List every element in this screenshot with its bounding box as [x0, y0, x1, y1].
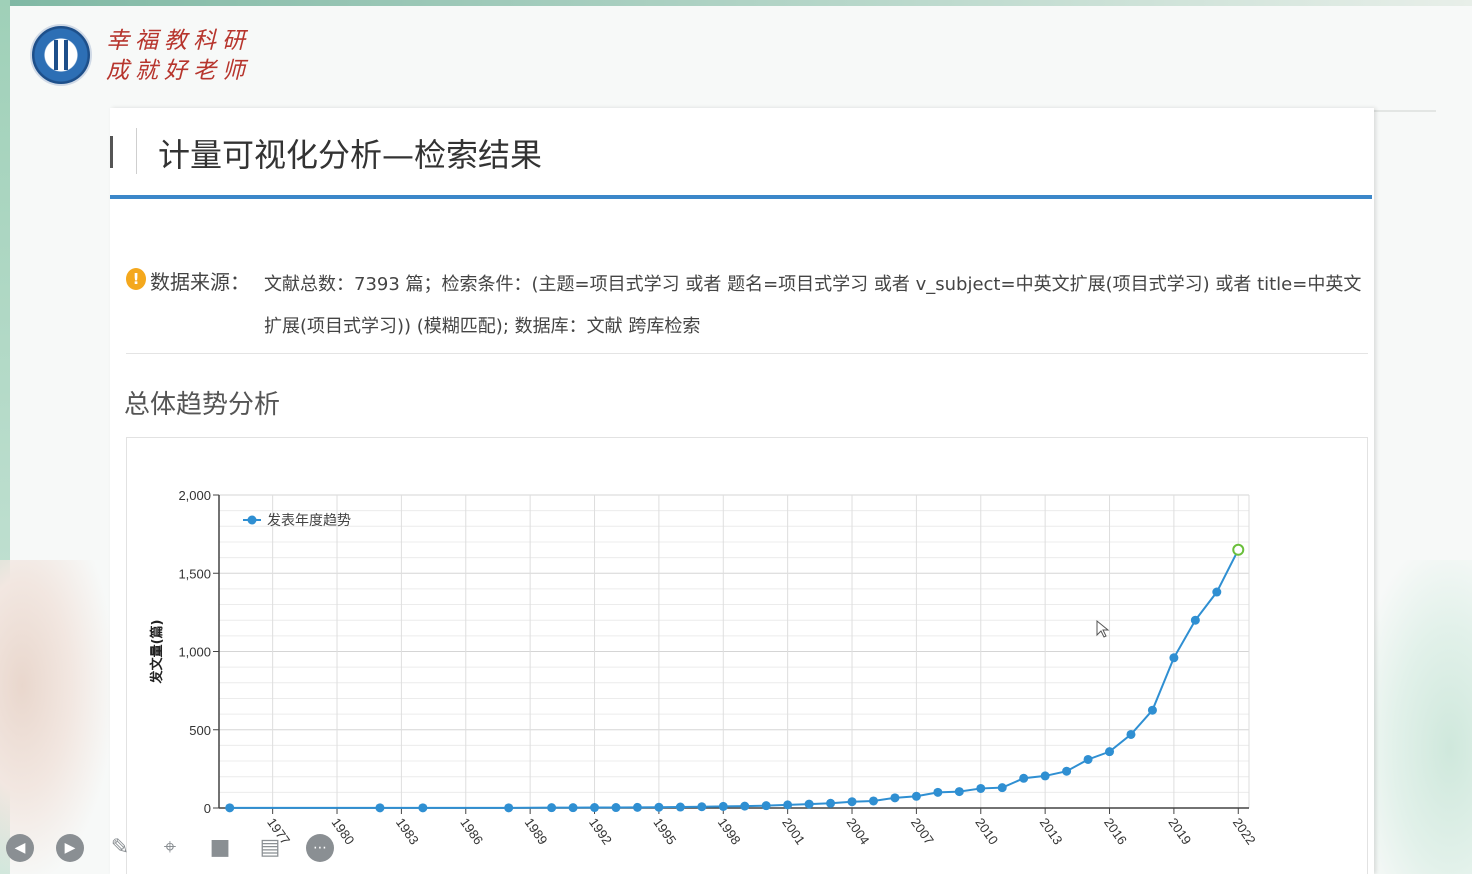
- camera-icon[interactable]: ■: [206, 834, 234, 862]
- play-icon[interactable]: ▶: [56, 834, 84, 862]
- data-point: [997, 783, 1007, 793]
- result-panel: 计量可视化分析—检索结果 ! 数据来源： 文献总数：7393 篇；检索条件：(主…: [110, 108, 1374, 874]
- data-point: [1190, 615, 1200, 625]
- data-point: [590, 803, 600, 813]
- decoration-left: [0, 560, 110, 874]
- data-point: [568, 803, 578, 813]
- x-tick-label: 1992: [586, 815, 615, 847]
- data-point: [783, 800, 793, 810]
- data-point: [225, 803, 235, 813]
- data-point: [954, 787, 964, 797]
- slogan-line2: 成就好老师: [106, 58, 251, 84]
- x-tick-label: 2022: [1230, 815, 1259, 847]
- school-logo: [30, 24, 92, 86]
- data-point: [375, 803, 385, 813]
- prev-icon[interactable]: ◀: [6, 834, 34, 862]
- slogan-line1: 幸福教科研: [106, 28, 251, 54]
- x-tick-label: 1995: [650, 815, 679, 847]
- x-tick-label: 2001: [779, 815, 808, 847]
- data-point: [933, 787, 943, 797]
- data-point: [1083, 754, 1093, 764]
- more-icon[interactable]: ⋯: [306, 834, 334, 862]
- title-separator: [136, 128, 137, 174]
- y-tick-label: 2,000: [178, 488, 211, 503]
- x-tick-label: 2013: [1037, 815, 1066, 847]
- data-point: [847, 797, 857, 807]
- data-point: [740, 801, 750, 811]
- x-tick-label: 2004: [844, 815, 873, 847]
- x-tick-label: 1998: [715, 815, 744, 847]
- source-label: 数据来源：: [150, 270, 250, 294]
- data-point: [1105, 747, 1115, 757]
- legend-label: 发表年度趋势: [267, 513, 351, 529]
- data-point: [675, 802, 685, 812]
- data-point: [547, 803, 557, 813]
- data-point: [632, 802, 642, 812]
- x-tick-label: 2016: [1101, 815, 1130, 847]
- pen-icon[interactable]: ✎: [106, 834, 134, 862]
- data-point: [654, 802, 664, 812]
- data-point: [868, 796, 878, 806]
- data-point: [911, 791, 921, 801]
- x-tick-label: 2007: [908, 815, 937, 847]
- data-point-highlight: [1232, 543, 1245, 556]
- x-tick-label: 2019: [1165, 815, 1194, 847]
- x-tick-label: 1983: [393, 815, 422, 847]
- data-point: [718, 801, 728, 811]
- title-underline: [110, 195, 1372, 199]
- x-tick-label: 1989: [522, 815, 551, 847]
- slogan: 幸福教科研 成就好老师: [106, 26, 251, 86]
- trend-chart-container: 0 500 1,000 1,500 2,000 发文量(篇) 1977 1980 1983 198…: [126, 437, 1368, 874]
- section-title: 总体趋势分析: [124, 390, 281, 420]
- data-point: [1040, 771, 1050, 781]
- data-point: [826, 798, 836, 808]
- panel-topline: [1372, 110, 1436, 112]
- page-title: 计量可视化分析—检索结果: [158, 136, 543, 174]
- data-point: [611, 803, 621, 813]
- data-point: [1169, 653, 1179, 663]
- source-text: 文献总数：7393 篇；检索条件：(主题=项目式学习 或者 题名=项目式学习 或…: [264, 274, 1362, 337]
- data-point: [1212, 587, 1222, 597]
- data-point: [761, 801, 771, 811]
- title-marker: [110, 136, 113, 168]
- data-point: [804, 799, 814, 809]
- data-point: [1019, 773, 1029, 783]
- data-point: [418, 803, 428, 813]
- data-point: [1062, 766, 1072, 776]
- trend-chart: 05001,0001,5002,000发文量(篇)1977 1980 1983 198…: [149, 488, 1259, 847]
- data-point: [1126, 729, 1136, 739]
- data-point: [890, 793, 900, 803]
- zoom-icon[interactable]: ⌖: [156, 834, 184, 862]
- y-tick-label: 500: [189, 723, 211, 738]
- logo-emblem-icon: [54, 40, 68, 70]
- data-point: [504, 803, 514, 813]
- source-divider: [126, 353, 1368, 354]
- data-point: [1147, 705, 1157, 715]
- x-tick-label: 1986: [457, 815, 486, 847]
- info-icon: !: [126, 268, 146, 290]
- x-tick-label: 2010: [972, 815, 1001, 847]
- data-point: [697, 802, 707, 812]
- presentation-controls: ◀ ▶ ✎ ⌖ ■ ▤ ⋯: [6, 834, 366, 864]
- y-tick-label: 1,500: [178, 566, 211, 581]
- legend-swatch-marker: [247, 515, 257, 525]
- data-point: [976, 783, 986, 793]
- decoration-right: [1362, 560, 1472, 874]
- y-tick-label: 0: [204, 801, 211, 816]
- y-axis-title: 发文量(篇): [149, 620, 165, 685]
- y-tick-label: 1,000: [178, 645, 211, 660]
- mouse-cursor-icon: [1096, 619, 1110, 638]
- subtitle-icon[interactable]: ▤: [256, 834, 284, 862]
